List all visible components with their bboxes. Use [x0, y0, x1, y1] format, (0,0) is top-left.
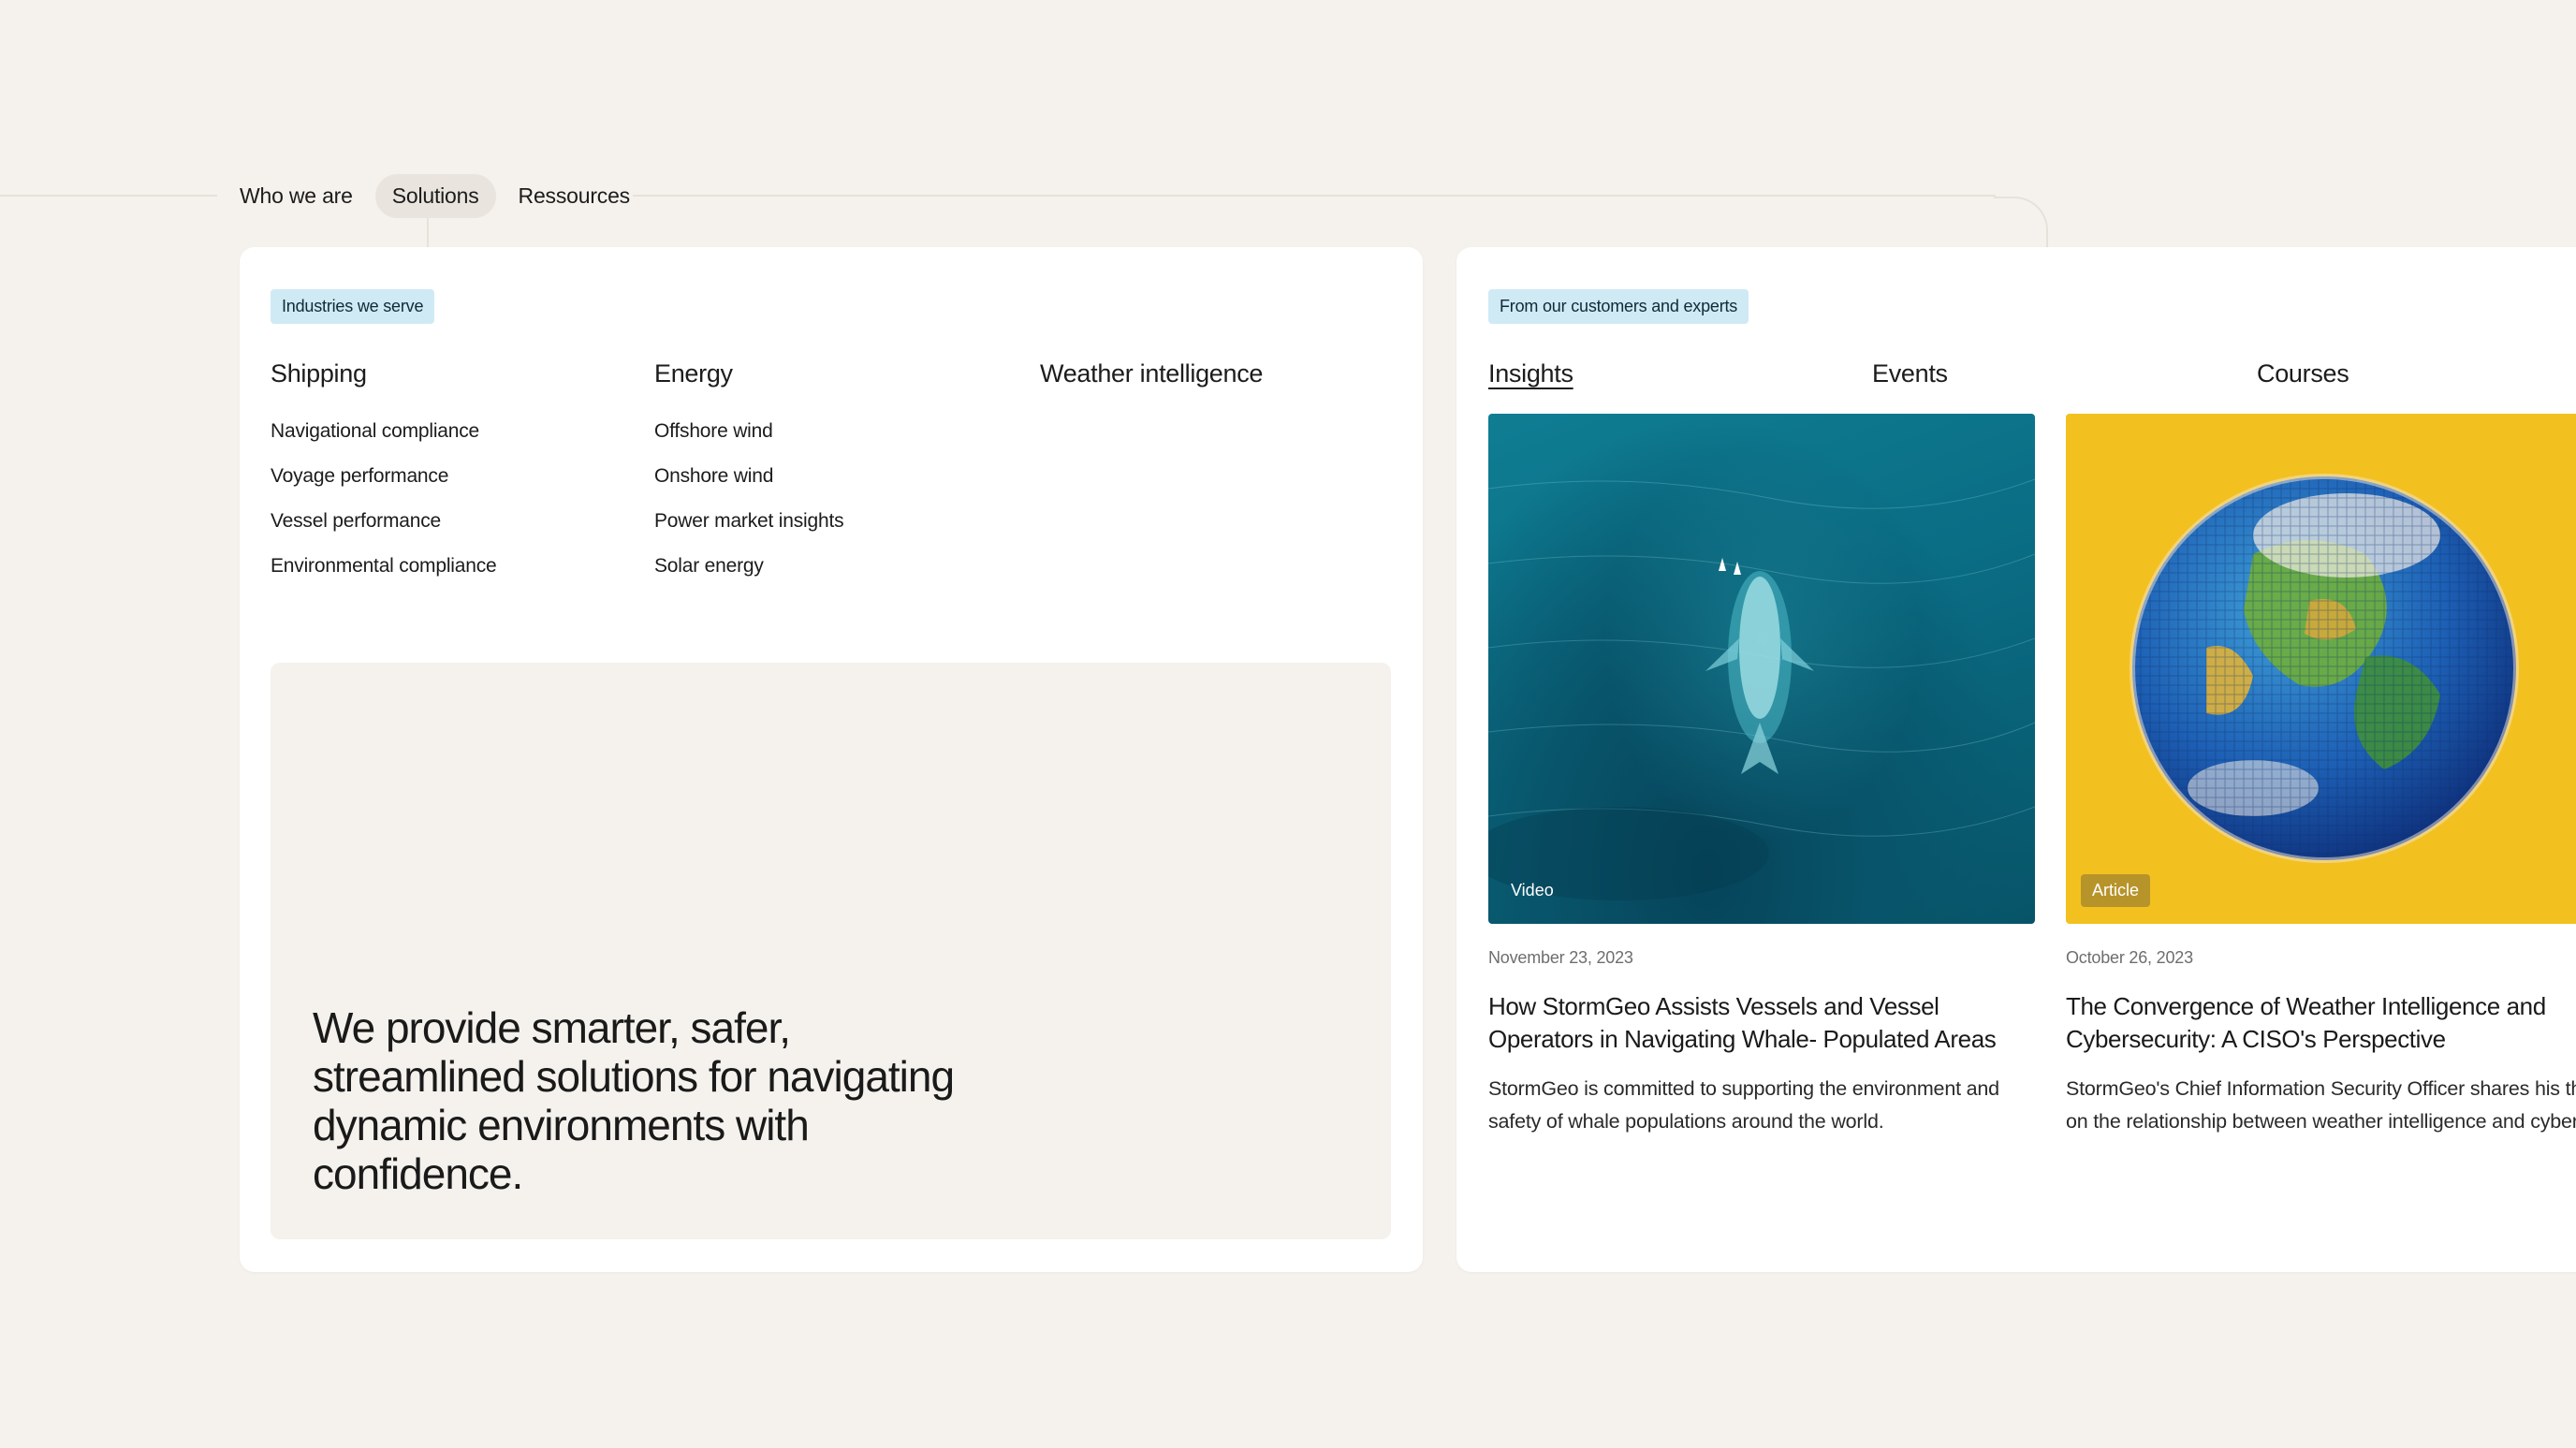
whale-aerial-photo-icon[interactable]: Video — [1488, 414, 2035, 924]
link-vessel-performance[interactable]: Vessel performance — [271, 510, 497, 533]
tab-insights[interactable]: Insights — [1488, 359, 1573, 388]
globe-illustration — [2130, 474, 2519, 863]
main-nav: Who we are Solutions Ressources — [223, 174, 647, 218]
guide-line-right — [633, 195, 1996, 197]
industries-tag: Industries we serve — [271, 289, 435, 324]
hero-statement: We provide smarter, safer, streamlined s… — [313, 1003, 955, 1198]
link-power-market-insights[interactable]: Power market insights — [654, 510, 844, 533]
tab-courses[interactable]: Courses — [2257, 359, 2349, 388]
resources-tag: From our customers and experts — [1488, 289, 1749, 324]
nav-solutions[interactable]: Solutions — [374, 174, 496, 218]
link-offshore-wind[interactable]: Offshore wind — [654, 420, 843, 443]
nav-ressources[interactable]: Ressources — [502, 174, 647, 218]
link-voyage-performance[interactable]: Voyage performance — [271, 465, 497, 488]
energy-heading[interactable]: Energy — [654, 359, 843, 388]
card-description: StormGeo's Chief Information Security Of… — [2066, 1077, 2576, 1133]
article-badge: Article — [2081, 874, 2151, 907]
tab-events[interactable]: Events — [1872, 359, 1948, 388]
nav-who-we-are[interactable]: Who we are — [223, 174, 370, 218]
weather-column: Weather intelligence — [1040, 359, 1263, 420]
weather-intelligence-heading[interactable]: Weather intelligence — [1040, 359, 1263, 388]
card-date: October 26, 2023 — [2066, 948, 2193, 967]
link-solar-energy[interactable]: Solar energy — [654, 555, 843, 578]
resources-panel: From our customers and experts Insights … — [1456, 247, 2576, 1272]
guide-corner — [1994, 197, 2048, 251]
guide-line-vertical — [427, 215, 429, 247]
shipping-heading[interactable]: Shipping — [271, 359, 497, 388]
card-title[interactable]: The Convergence of Weather Intelligence … — [2066, 990, 2576, 1056]
insight-card-ciso[interactable]: Article October 26, 2023 The Convergence… — [2066, 414, 2576, 1138]
link-environmental-compliance[interactable]: Environmental compliance — [271, 555, 497, 578]
link-onshore-wind[interactable]: Onshore wind — [654, 465, 843, 488]
guide-line-left — [0, 195, 217, 197]
insight-card-whale[interactable]: Video November 23, 2023 How StormGeo Ass… — [1488, 414, 2035, 1138]
card-date: November 23, 2023 — [1488, 948, 1633, 967]
energy-column: Energy Offshore wind Onshore wind Power … — [654, 359, 844, 600]
video-badge: Video — [1511, 881, 1554, 900]
industries-panel: Industries we serve Shipping Navigationa… — [240, 247, 1423, 1272]
hero-box: We provide smarter, safer, streamlined s… — [271, 663, 1391, 1239]
voxel-globe-illustration-icon[interactable]: Article — [2066, 414, 2576, 924]
shipping-column: Shipping Navigational compliance Voyage … — [271, 359, 497, 600]
link-navigational-compliance[interactable]: Navigational compliance — [271, 420, 497, 443]
whale-illustration — [1488, 478, 2035, 900]
card-title[interactable]: How StormGeo Assists Vessels and Vessel … — [1488, 990, 2035, 1056]
card-description: StormGeo is committed to supporting the … — [1488, 1077, 1999, 1133]
